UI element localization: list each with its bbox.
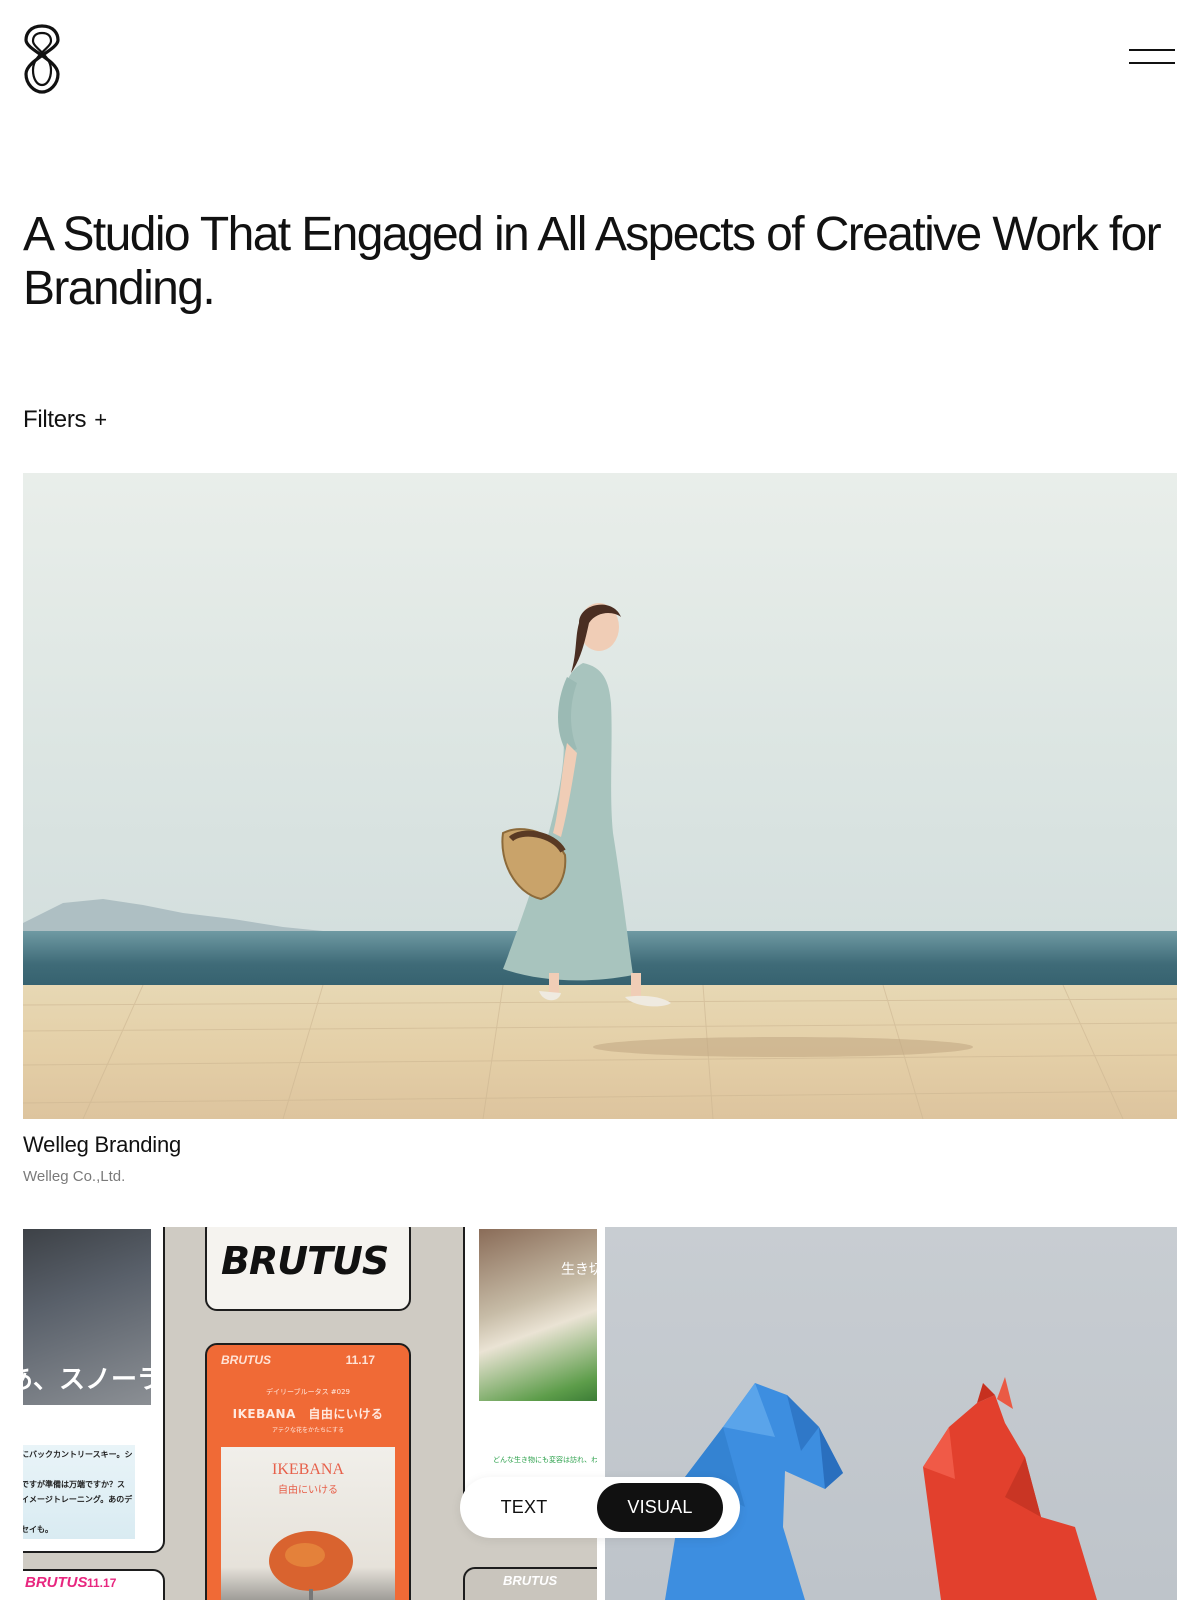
s-loop-logo-icon[interactable]	[22, 22, 62, 96]
brand-logo: BRUTUS	[221, 1239, 389, 1283]
feature-title: IKEBANA 自由にいける	[232, 1407, 384, 1421]
poster-title: IKEBANA	[272, 1461, 344, 1478]
article-body-line: ードにバックカントリースキー。シー	[23, 1450, 133, 1459]
site-header	[0, 0, 1200, 120]
hamburger-menu-icon	[1129, 49, 1175, 51]
article-title: あ、スノーライフ	[23, 1365, 164, 1395]
article-caption: どんな生き物にも変容は訪れ、わか一	[493, 1456, 597, 1464]
lowpoly-animals	[665, 1377, 1097, 1600]
poster-subtitle: 自由にいける	[278, 1485, 338, 1496]
app-topbar: BRUTUS 11.17	[221, 1353, 397, 1371]
hamburger-menu-icon-line	[1129, 62, 1175, 64]
article-body-line: 「サイメージトレーニング。あのデザ	[23, 1495, 133, 1504]
project-image-sculpture[interactable]	[605, 1227, 1177, 1600]
phone-mockup: BRUTUS 11.17	[23, 1569, 165, 1600]
woman-walking-figure	[501, 603, 671, 1007]
plus-icon: +	[94, 407, 108, 432]
filters-toggle[interactable]: Filters +	[23, 406, 107, 434]
series-label: デイリーブルータス #029	[265, 1388, 351, 1396]
phone-mockup: BRUTUS 11.17 デイリーブルータス #029 IKEBANA 自由にい…	[205, 1343, 411, 1600]
article-body-line: 自由ですが準備は万端ですか？ス	[23, 1480, 125, 1489]
brand-logo: BRUTUS	[221, 1353, 271, 1367]
project-client: Welleg Co.,Ltd.	[23, 1168, 126, 1185]
ikebana-sculpture	[269, 1531, 353, 1600]
article-body: ードにバックカントリースキー。シー 自由ですが準備は万端ですか？ス 「サイメージ…	[23, 1445, 135, 1539]
phone-mockup: あ、スノーライフ ードにバックカントリースキー。シー 自由ですが準備は万端ですか…	[23, 1227, 165, 1553]
visual-view-button[interactable]: VISUAL	[597, 1483, 723, 1532]
issue-date: 11.17	[345, 1353, 375, 1367]
filters-label: Filters	[23, 406, 87, 433]
text-view-button[interactable]: TEXT	[468, 1483, 580, 1532]
article-body-line: エッセイも。	[23, 1525, 53, 1534]
view-mode-toggle: TEXT VISUAL	[460, 1477, 740, 1538]
menu-button[interactable]	[1126, 42, 1178, 72]
photo-caption: 生き切	[561, 1262, 597, 1278]
phone-mockup: BRUTUS	[463, 1567, 597, 1600]
brand-logo: BRUTUS	[25, 1574, 88, 1591]
project-image-welleg[interactable]	[23, 473, 1177, 1119]
page-headline: A Studio That Engaged in All Aspects of …	[23, 208, 1162, 315]
brand-logo: BRUTUS	[503, 1573, 558, 1588]
feature-subtitle: アテクな花をかたちにする	[271, 1427, 345, 1434]
feature-poster: IKEBANA 自由にいける	[221, 1447, 395, 1600]
project-image-brutus[interactable]: あ、スノーライフ ードにバックカントリースキー。シー 自由ですが準備は万端ですか…	[23, 1227, 597, 1600]
issue-date: 11.17	[87, 1576, 117, 1590]
project-title[interactable]: Welleg Branding	[23, 1132, 181, 1158]
plant-photo	[479, 1229, 597, 1401]
phone-mockup: BRUTUS	[205, 1227, 411, 1311]
